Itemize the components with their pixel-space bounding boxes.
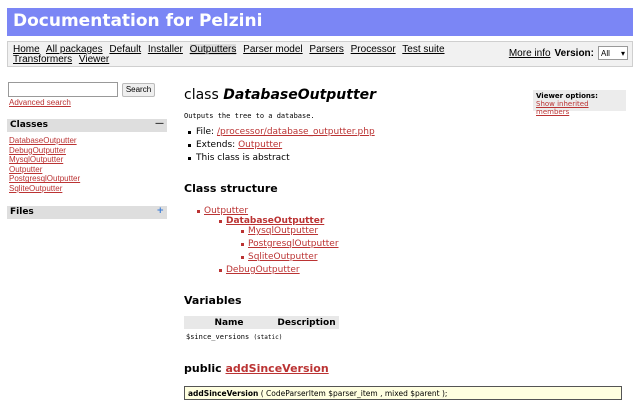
class-list: DatabaseOutputter DebugOutputter MysqlOu…: [9, 136, 80, 194]
extends-link[interactable]: Outputter: [238, 140, 282, 150]
class-link[interactable]: Outputter: [9, 165, 80, 175]
search-input[interactable]: [8, 82, 118, 97]
class-facts: File: /processor/database_outputter.php …: [188, 126, 375, 165]
file-label: File:: [196, 127, 215, 137]
method-heading: public addSinceVersion: [184, 362, 329, 375]
variable-name: $since_versions: [186, 333, 250, 341]
collapse-icon[interactable]: —: [155, 119, 164, 129]
chevron-down-icon: ▾: [620, 48, 625, 58]
method-name-link[interactable]: addSinceVersion: [225, 362, 328, 375]
classes-panel-heading[interactable]: Classes —: [7, 119, 167, 132]
package-links: Home All packages Default Installer Outp…: [13, 44, 508, 65]
nav-link-parser-model[interactable]: Parser model: [243, 44, 302, 55]
more-info-link[interactable]: More info: [509, 48, 551, 59]
class-title-name: DatabaseOutputter: [223, 87, 377, 103]
version-select[interactable]: All ▾: [598, 46, 628, 60]
signature-params: ( CodeParserItem $parser_item , mixed $p…: [260, 389, 448, 398]
column-header-description: Description: [277, 317, 336, 328]
search-button[interactable]: Search: [122, 83, 155, 97]
class-link[interactable]: DatabaseOutputter: [9, 136, 80, 146]
extends-label: Extends:: [196, 140, 236, 150]
variables-table: Name Description $since_versions (static…: [184, 316, 339, 345]
viewer-options-title: Viewer options:: [536, 92, 598, 100]
method-signature: addSinceVersion ( CodeParserItem $parser…: [184, 386, 622, 400]
nav-link-processor[interactable]: Processor: [351, 44, 396, 55]
method-visibility: public: [184, 362, 222, 375]
extends-row: Extends: Outputter: [188, 139, 375, 152]
nav-link-viewer[interactable]: Viewer: [79, 54, 109, 65]
page-title: Documentation for Pelzini: [7, 8, 633, 36]
expand-icon[interactable]: +: [156, 206, 164, 216]
class-title: class DatabaseOutputter: [184, 87, 376, 103]
nav-link-default[interactable]: Default: [109, 44, 141, 55]
variables-table-header: Name Description: [184, 316, 339, 329]
tree-child-link[interactable]: SqliteOutputter: [241, 252, 318, 262]
class-link[interactable]: PostgresqlOutputter: [9, 174, 80, 184]
variable-tag: (static): [253, 334, 283, 341]
nav-link-transformers[interactable]: Transformers: [13, 54, 72, 65]
class-description: Outputs the tree to a database.: [184, 112, 315, 120]
files-heading-label: Files: [10, 207, 34, 217]
show-inherited-link[interactable]: Show inherited members: [536, 100, 623, 116]
tree-current-link[interactable]: DatabaseOutputter: [218, 216, 324, 226]
nav-right: More info Version: All ▾: [509, 46, 628, 60]
files-panel-heading[interactable]: Files +: [7, 206, 167, 219]
version-label: Version:: [554, 47, 594, 59]
class-structure-heading: Class structure: [184, 182, 278, 195]
nav-link-test-suite[interactable]: Test suite: [402, 44, 444, 55]
tree-child-link[interactable]: PostgresqlOutputter: [241, 239, 339, 249]
tree-sibling-link[interactable]: DebugOutputter: [219, 265, 300, 275]
version-select-value: All: [601, 48, 610, 58]
classes-heading-label: Classes: [10, 120, 48, 130]
class-link[interactable]: MysqlOutputter: [9, 155, 80, 165]
tree-root-link[interactable]: Outputter: [196, 206, 248, 216]
class-title-prefix: class: [184, 87, 219, 103]
signature-name: addSinceVersion: [188, 389, 259, 398]
nav-link-parsers[interactable]: Parsers: [309, 44, 343, 55]
class-link[interactable]: DebugOutputter: [9, 146, 80, 156]
file-path-link[interactable]: /processor/database_outputter.php: [217, 127, 375, 137]
advanced-search-link[interactable]: Advanced search: [9, 98, 71, 107]
top-nav: Home All packages Default Installer Outp…: [7, 41, 633, 67]
nav-link-outputters[interactable]: Outputters: [189, 44, 237, 55]
file-row: File: /processor/database_outputter.php: [188, 126, 375, 139]
table-row: $since_versions (static): [184, 329, 339, 345]
variables-heading: Variables: [184, 294, 242, 307]
abstract-note: This class is abstract: [188, 152, 375, 165]
viewer-options-box: Viewer options: Show inherited members: [533, 90, 626, 116]
nav-link-installer[interactable]: Installer: [148, 44, 183, 55]
tree-child-link[interactable]: MysqlOutputter: [240, 226, 318, 236]
class-link[interactable]: SqliteOutputter: [9, 184, 80, 194]
column-header-name: Name: [214, 317, 244, 328]
